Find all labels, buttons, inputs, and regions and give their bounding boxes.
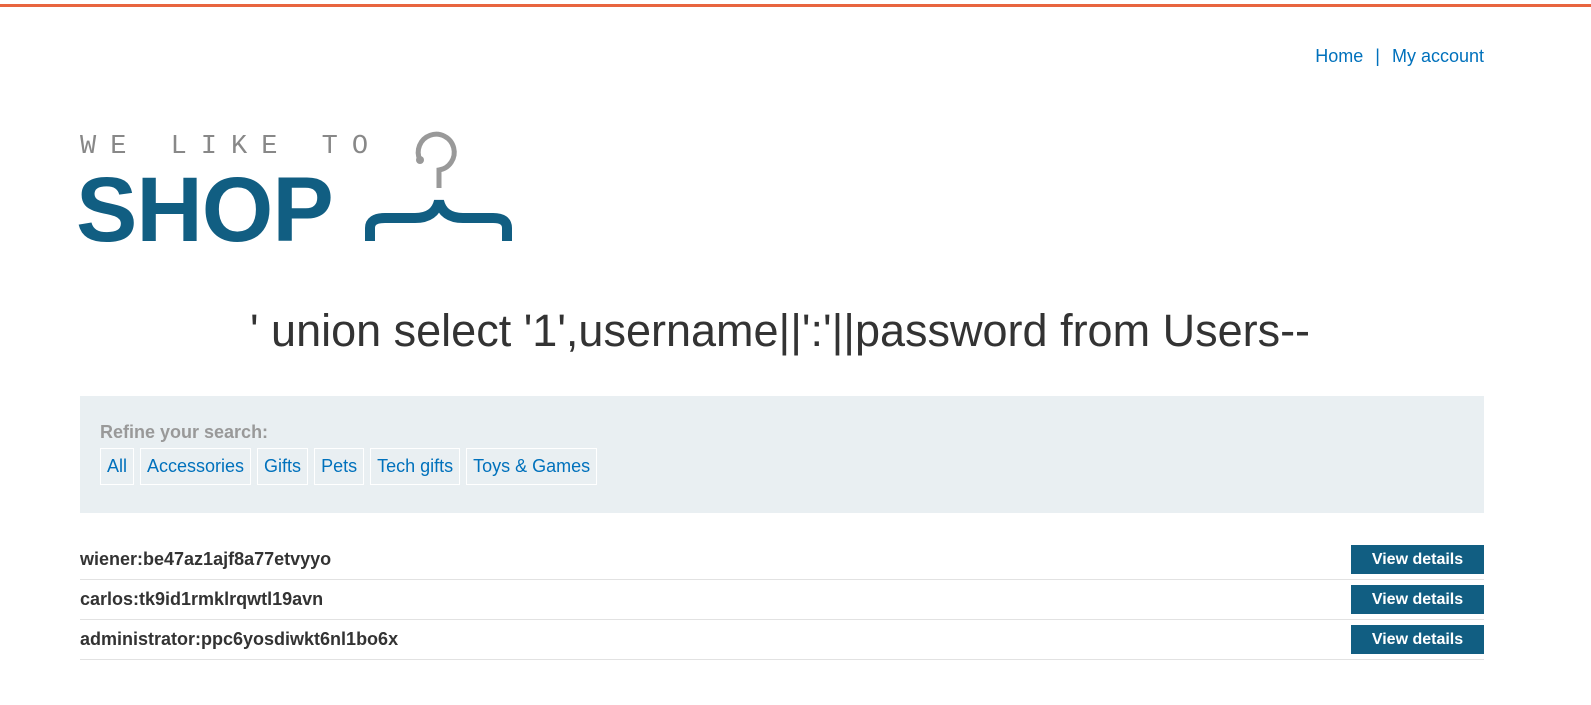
filter-panel: Refine your search: All Accessories Gift… <box>80 396 1484 513</box>
category-list: All Accessories Gifts Pets Tech gifts To… <box>100 448 598 485</box>
category-all[interactable]: All <box>100 448 135 485</box>
logo-wordmark: SHOP <box>76 159 334 261</box>
category-toys-games[interactable]: Toys & Games <box>466 448 598 485</box>
category-accessories[interactable]: Accessories <box>140 448 252 485</box>
results-table: wiener:be47az1ajf8a77etvyyo View details… <box>80 540 1484 660</box>
table-row: wiener:be47az1ajf8a77etvyyo View details <box>80 540 1484 580</box>
table-row: carlos:tk9id1rmklrqwtl19avn View details <box>80 580 1484 620</box>
view-details-button[interactable]: View details <box>1351 625 1484 654</box>
top-accent-bar <box>0 4 1591 7</box>
result-text: carlos:tk9id1rmklrqwtl19avn <box>80 589 324 609</box>
top-nav: Home | My account <box>1315 46 1484 67</box>
shop-logo[interactable]: WE LIKE TO SHOP <box>76 128 520 261</box>
my-account-link[interactable]: My account <box>1392 46 1484 66</box>
category-gifts[interactable]: Gifts <box>257 448 309 485</box>
home-link[interactable]: Home <box>1315 46 1363 66</box>
table-row: administrator:ppc6yosdiwkt6nl1bo6x View … <box>80 620 1484 660</box>
result-text: administrator:ppc6yosdiwkt6nl1bo6x <box>80 629 399 649</box>
category-tech-gifts[interactable]: Tech gifts <box>370 448 461 485</box>
view-details-button[interactable]: View details <box>1351 545 1484 574</box>
result-text: wiener:be47az1ajf8a77etvyyo <box>80 549 332 569</box>
nav-separator: | <box>1375 46 1380 66</box>
category-pets[interactable]: Pets <box>314 448 365 485</box>
search-results-title: ' union select '1',username||':'||passwo… <box>249 305 1311 356</box>
view-details-button[interactable]: View details <box>1351 585 1484 614</box>
filter-label: Refine your search: <box>100 422 269 442</box>
hanger-icon <box>365 131 512 241</box>
